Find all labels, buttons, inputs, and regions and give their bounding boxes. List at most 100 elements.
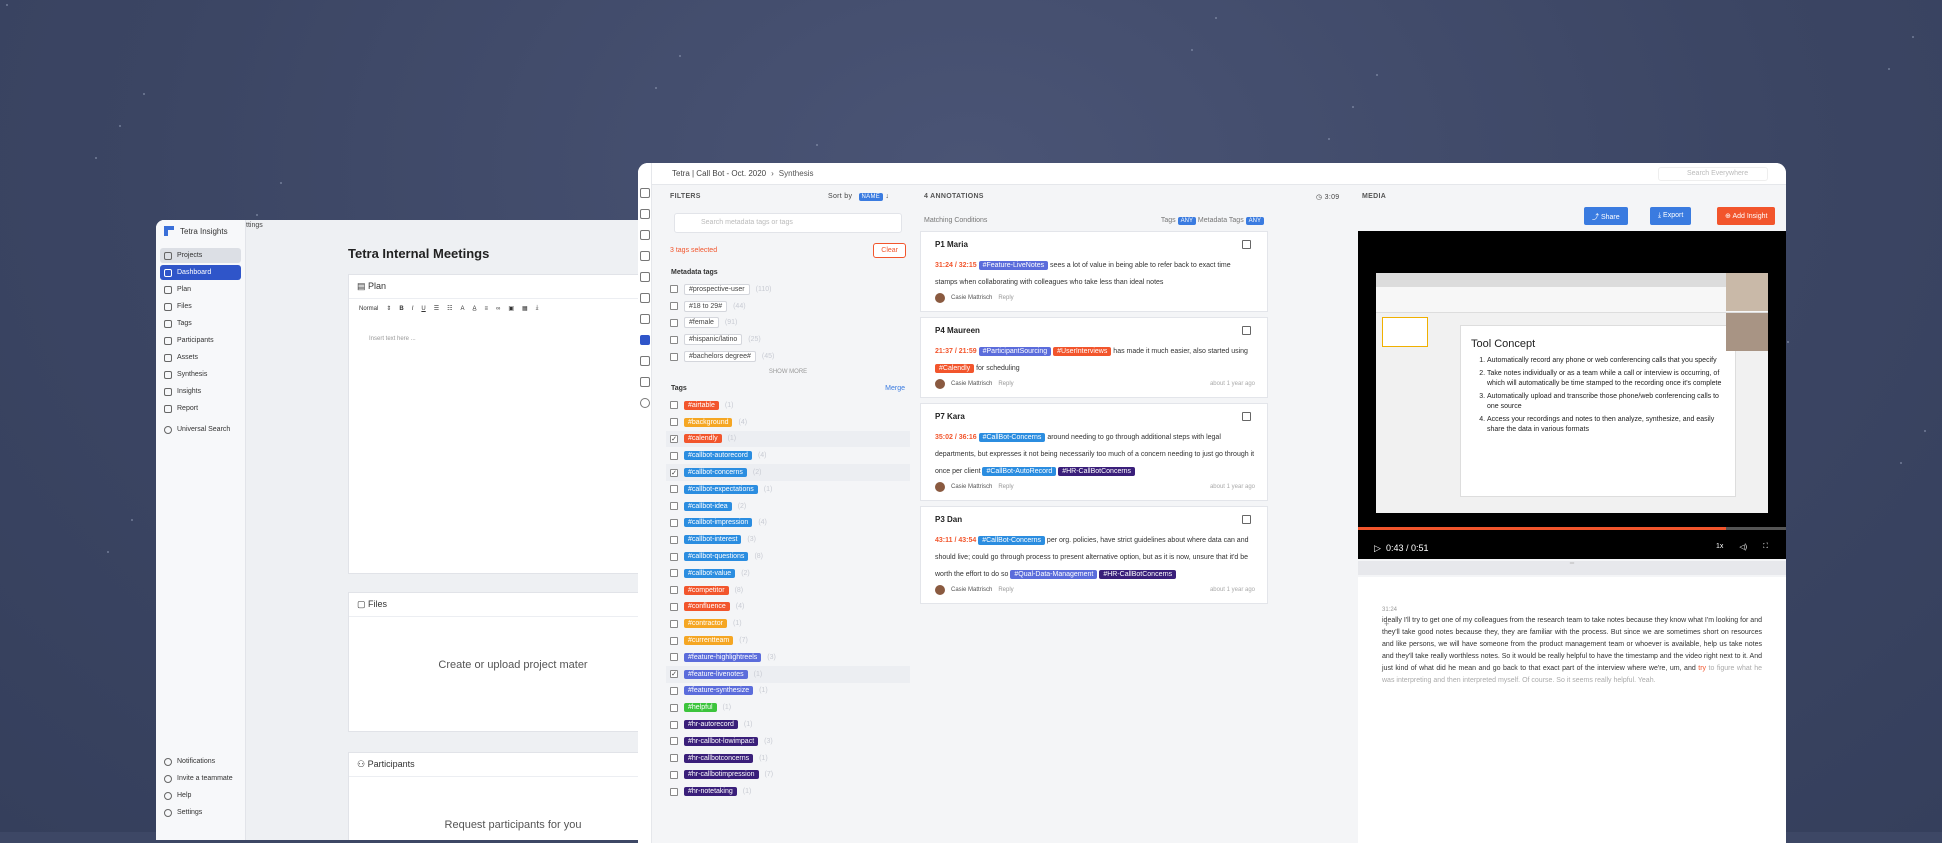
tag-chip[interactable]: #feature-highlightreels <box>684 652 762 662</box>
search-icon[interactable] <box>640 398 650 408</box>
annotation-card[interactable]: P1 Maria 31:24 / 32:15 #Feature-LiveNotes… <box>920 231 1268 312</box>
fullscreen-icon[interactable]: ⛶ <box>1763 543 1768 551</box>
checkbox[interactable] <box>670 352 678 361</box>
bold-icon[interactable]: B <box>399 306 403 312</box>
tag-chip[interactable]: #airtable <box>684 400 719 410</box>
checkbox[interactable] <box>670 552 678 561</box>
checkbox[interactable] <box>670 318 678 327</box>
tag-chip[interactable]: #hr-autorecord <box>684 720 738 730</box>
sidebar-item-report[interactable]: Report <box>160 401 241 416</box>
metadata-search-input[interactable]: Search metadata tags or tags <box>674 213 902 233</box>
clear-button[interactable]: Clear <box>873 242 906 258</box>
tag-chip[interactable]: #confluence <box>684 602 730 612</box>
annotation-tag[interactable]: #CallBot-AutoRecord <box>982 467 1057 476</box>
checkbox[interactable] <box>670 485 678 494</box>
checkbox[interactable] <box>670 619 678 628</box>
checkbox[interactable] <box>670 285 678 294</box>
sidebar-item-notifications[interactable]: Notifications <box>160 754 242 769</box>
participants-icon[interactable] <box>640 293 650 303</box>
breadcrumb-project[interactable]: Tetra | Call Bot - Oct. 2020 <box>672 169 766 178</box>
tag-chip[interactable]: #calendly <box>684 434 722 444</box>
add-insight-button[interactable]: ⊕ Add Insight <box>1717 207 1776 225</box>
checkbox[interactable] <box>670 451 678 460</box>
annotation-card[interactable]: P7 Kara 35:02 / 36:16 #CallBot-Concerns a… <box>920 403 1268 501</box>
tag-chip[interactable]: #hr-callbotconcerns <box>684 753 754 763</box>
checkbox[interactable] <box>670 569 678 578</box>
annotation-checkbox[interactable] <box>1242 326 1251 335</box>
timestamp[interactable]: 31:24 / 32:15 <box>935 262 977 269</box>
annotation-tag[interactable]: #Feature-LiveNotes <box>978 261 1049 270</box>
global-search-input[interactable]: Search Everywhere <box>1658 167 1768 181</box>
checkbox[interactable] <box>670 401 678 410</box>
files-icon[interactable] <box>640 251 650 261</box>
annotation-tag[interactable]: #Calendly <box>935 364 975 373</box>
export-button[interactable]: ⤓ Export <box>1650 207 1692 225</box>
progress-bar[interactable] <box>1358 527 1786 530</box>
tag-chip[interactable]: #callbot-interest <box>684 535 742 545</box>
italic-icon[interactable]: I <box>412 306 414 312</box>
insights-icon[interactable] <box>640 356 650 366</box>
metadata-tag[interactable]: #18 to 29# <box>684 300 728 312</box>
tag-chip[interactable]: #currentteam <box>684 636 734 646</box>
image-icon[interactable]: ▣ <box>508 305 514 312</box>
annotation-tag[interactable]: #CallBot-Concerns <box>978 536 1045 545</box>
checkbox[interactable] <box>670 686 678 695</box>
assets-icon[interactable] <box>640 314 650 324</box>
sidebar-item-help[interactable]: Help <box>160 788 242 803</box>
dashboard-icon[interactable] <box>640 209 650 219</box>
tag-chip[interactable]: #competitor <box>684 585 729 595</box>
brand[interactable]: Tetra Insights <box>156 220 245 246</box>
files-empty-note[interactable]: Create or upload project mater <box>349 659 676 671</box>
tags-any-select[interactable]: ANY <box>1177 216 1196 225</box>
folder-icon[interactable] <box>640 188 650 198</box>
reply-link[interactable]: Reply <box>998 484 1013 490</box>
checkbox[interactable] <box>670 703 678 712</box>
checkbox[interactable] <box>670 653 678 662</box>
checkbox[interactable]: ✓ <box>670 434 678 443</box>
checkbox[interactable] <box>670 720 678 729</box>
merge-button[interactable]: Merge <box>885 385 905 392</box>
checkbox[interactable] <box>670 737 678 746</box>
plan-editor[interactable]: Insert text here ... <box>349 318 676 360</box>
checkbox[interactable] <box>670 586 678 595</box>
checkbox[interactable] <box>670 502 678 511</box>
video-player[interactable]: Tool Concept Automatically record any ph… <box>1358 231 1786 559</box>
tag-chip[interactable]: #hr-callbotimpression <box>684 770 759 780</box>
annotation-tag[interactable]: #UserInterviews <box>1053 347 1112 356</box>
share-button[interactable]: ⤴ Share <box>1584 207 1628 225</box>
tag-chip[interactable]: #feature-livenotes <box>684 669 748 679</box>
annotation-tag[interactable]: #HR-CallBotConcerns <box>1099 570 1177 579</box>
participants-empty-note[interactable]: Request participants for you <box>349 819 676 831</box>
checkbox[interactable] <box>670 787 678 796</box>
show-more-button[interactable]: SHOW MORE <box>666 365 910 379</box>
checkbox[interactable] <box>670 602 678 611</box>
table-icon[interactable]: ▦ <box>522 305 528 312</box>
sidebar-item-tags[interactable]: Tags <box>160 316 241 331</box>
annotation-checkbox[interactable] <box>1242 412 1251 421</box>
checkbox[interactable] <box>670 418 678 427</box>
metadata-tag[interactable]: #hispanic/latino <box>684 334 743 346</box>
speed-button[interactable]: 1x <box>1716 543 1723 551</box>
sidebar-item-insights[interactable]: Insights <box>160 384 241 399</box>
annotation-tag[interactable]: #ParticipantSourcing <box>978 347 1052 356</box>
clear-format-icon[interactable]: ⤓ <box>536 305 539 312</box>
metadata-tag[interactable]: #prospective-user <box>684 283 750 295</box>
checkbox[interactable] <box>670 754 678 763</box>
tag-chip[interactable]: #background <box>684 417 733 427</box>
reply-link[interactable]: Reply <box>998 295 1013 301</box>
format-select[interactable]: Normal <box>359 306 378 312</box>
checkbox[interactable]: ✓ <box>670 670 678 679</box>
tag-chip[interactable]: #callbot-value <box>684 568 736 578</box>
checkbox[interactable]: ✓ <box>670 468 678 477</box>
numbered-list-icon[interactable]: ☷ <box>447 305 452 312</box>
tag-chip[interactable]: #helpful <box>684 703 717 713</box>
tag-chip[interactable]: #callbot-questions <box>684 552 749 562</box>
annotation-tag[interactable]: #HR-CallBotConcerns <box>1058 467 1136 476</box>
tag-chip[interactable]: #callbot-impression <box>684 518 753 528</box>
sidebar-item-settings[interactable]: Settings <box>160 805 242 820</box>
tag-chip[interactable]: #hr-callbot-lowimpact <box>684 736 759 746</box>
sidebar-item-invite-a-teammate[interactable]: Invite a teammate <box>160 771 242 786</box>
tag-chip[interactable]: #contractor <box>684 619 728 629</box>
checkbox[interactable] <box>670 302 678 311</box>
metadata-any-select[interactable]: ANY <box>1245 216 1264 225</box>
